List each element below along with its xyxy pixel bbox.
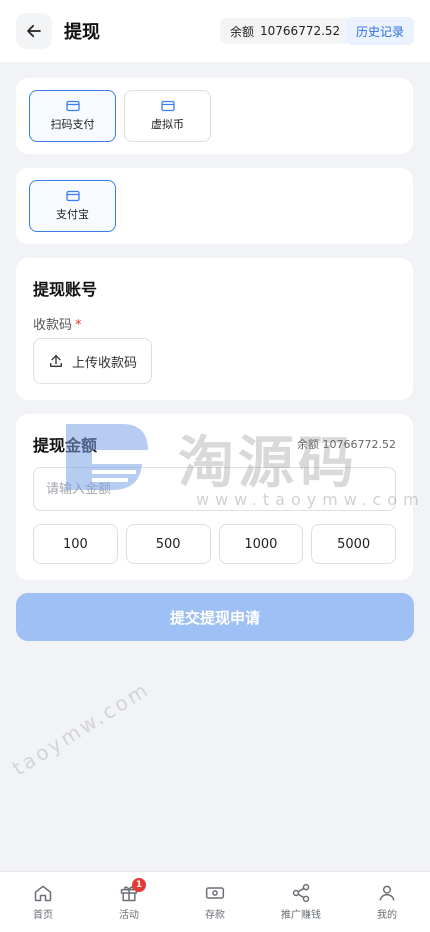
card-icon <box>65 100 80 112</box>
nav-item-profile[interactable]: 我的 <box>344 872 430 932</box>
watermark-diagonal: taoymw.com <box>8 676 155 781</box>
quick-amount-5000[interactable]: 5000 <box>311 524 396 564</box>
method-scan-pay[interactable]: 扫码支付 <box>29 90 116 142</box>
method-label: 支付宝 <box>56 208 89 221</box>
card-icon <box>160 100 175 112</box>
cash-icon <box>205 887 225 899</box>
upload-qr-button[interactable]: 上传收款码 <box>33 338 152 384</box>
method-label: 扫码支付 <box>50 118 95 131</box>
nav-label: 活动 <box>119 910 139 921</box>
balance-pill: 余额 10766772.52 <box>220 18 351 44</box>
qr-code-label: 收款码 * <box>33 314 82 333</box>
method-alipay[interactable]: 支付宝 <box>29 180 116 232</box>
upload-label: 上传收款码 <box>71 355 137 371</box>
nav-item-deposit[interactable]: 存款 <box>172 872 258 932</box>
submit-withdraw-button[interactable]: 提交提现申请 <box>16 593 414 641</box>
watermark-url: www.taoymw.com <box>196 490 425 509</box>
nav-label: 推广赚钱 <box>281 910 321 921</box>
arrow-left-icon <box>27 24 41 38</box>
nav-item-home[interactable]: 首页 <box>0 872 86 932</box>
nav-item-activity[interactable]: 1 活动 <box>86 872 172 932</box>
quick-amount-100[interactable]: 100 <box>33 524 118 564</box>
method-crypto[interactable]: 虚拟币 <box>124 90 211 142</box>
header-bar: 提现 余额 10766772.52 历史记录 <box>0 0 430 62</box>
nav-label: 存款 <box>205 910 225 921</box>
withdraw-account-card: 提现账号 收款码 * 上传收款码 <box>16 258 413 400</box>
quick-amount-1000[interactable]: 1000 <box>218 524 304 564</box>
nav-label: 首页 <box>33 910 53 921</box>
user-icon <box>379 885 395 901</box>
required-mark: * <box>75 318 82 333</box>
history-button[interactable]: 历史记录 <box>345 17 414 45</box>
method-label: 虚拟币 <box>151 118 184 131</box>
watermark-logo <box>66 424 148 490</box>
card-icon <box>65 190 80 202</box>
home-icon <box>34 885 52 902</box>
activity-badge: 1 <box>132 878 146 892</box>
withdraw-page: 提现 余额 10766772.52 历史记录 扫码支付 虚拟币 支付宝 提现账号… <box>0 0 430 932</box>
page-title: 提现 <box>64 22 100 43</box>
quick-amount-500[interactable]: 500 <box>125 524 211 564</box>
nav-label: 我的 <box>377 910 397 921</box>
watermark-brand: 淘源码 <box>178 418 358 499</box>
quick-amount-row: 100 500 1000 5000 <box>33 524 396 564</box>
qr-code-label-text: 收款码 <box>33 318 73 333</box>
share-icon <box>292 883 310 903</box>
payment-method-group-1: 扫码支付 虚拟币 <box>16 78 413 154</box>
watermark-brand-text: 淘源码 <box>178 431 358 496</box>
back-button[interactable] <box>16 13 52 49</box>
payment-method-group-2: 支付宝 <box>16 168 413 244</box>
balance-label: 余额 <box>230 24 255 39</box>
upload-icon <box>49 355 62 367</box>
nav-item-referral[interactable]: 推广赚钱 <box>258 872 344 932</box>
bottom-nav: 首页 1 活动 存款 推广赚钱 我的 <box>0 871 430 932</box>
account-section-title: 提现账号 <box>33 280 98 299</box>
balance-value: 10766772.52 <box>260 24 341 38</box>
